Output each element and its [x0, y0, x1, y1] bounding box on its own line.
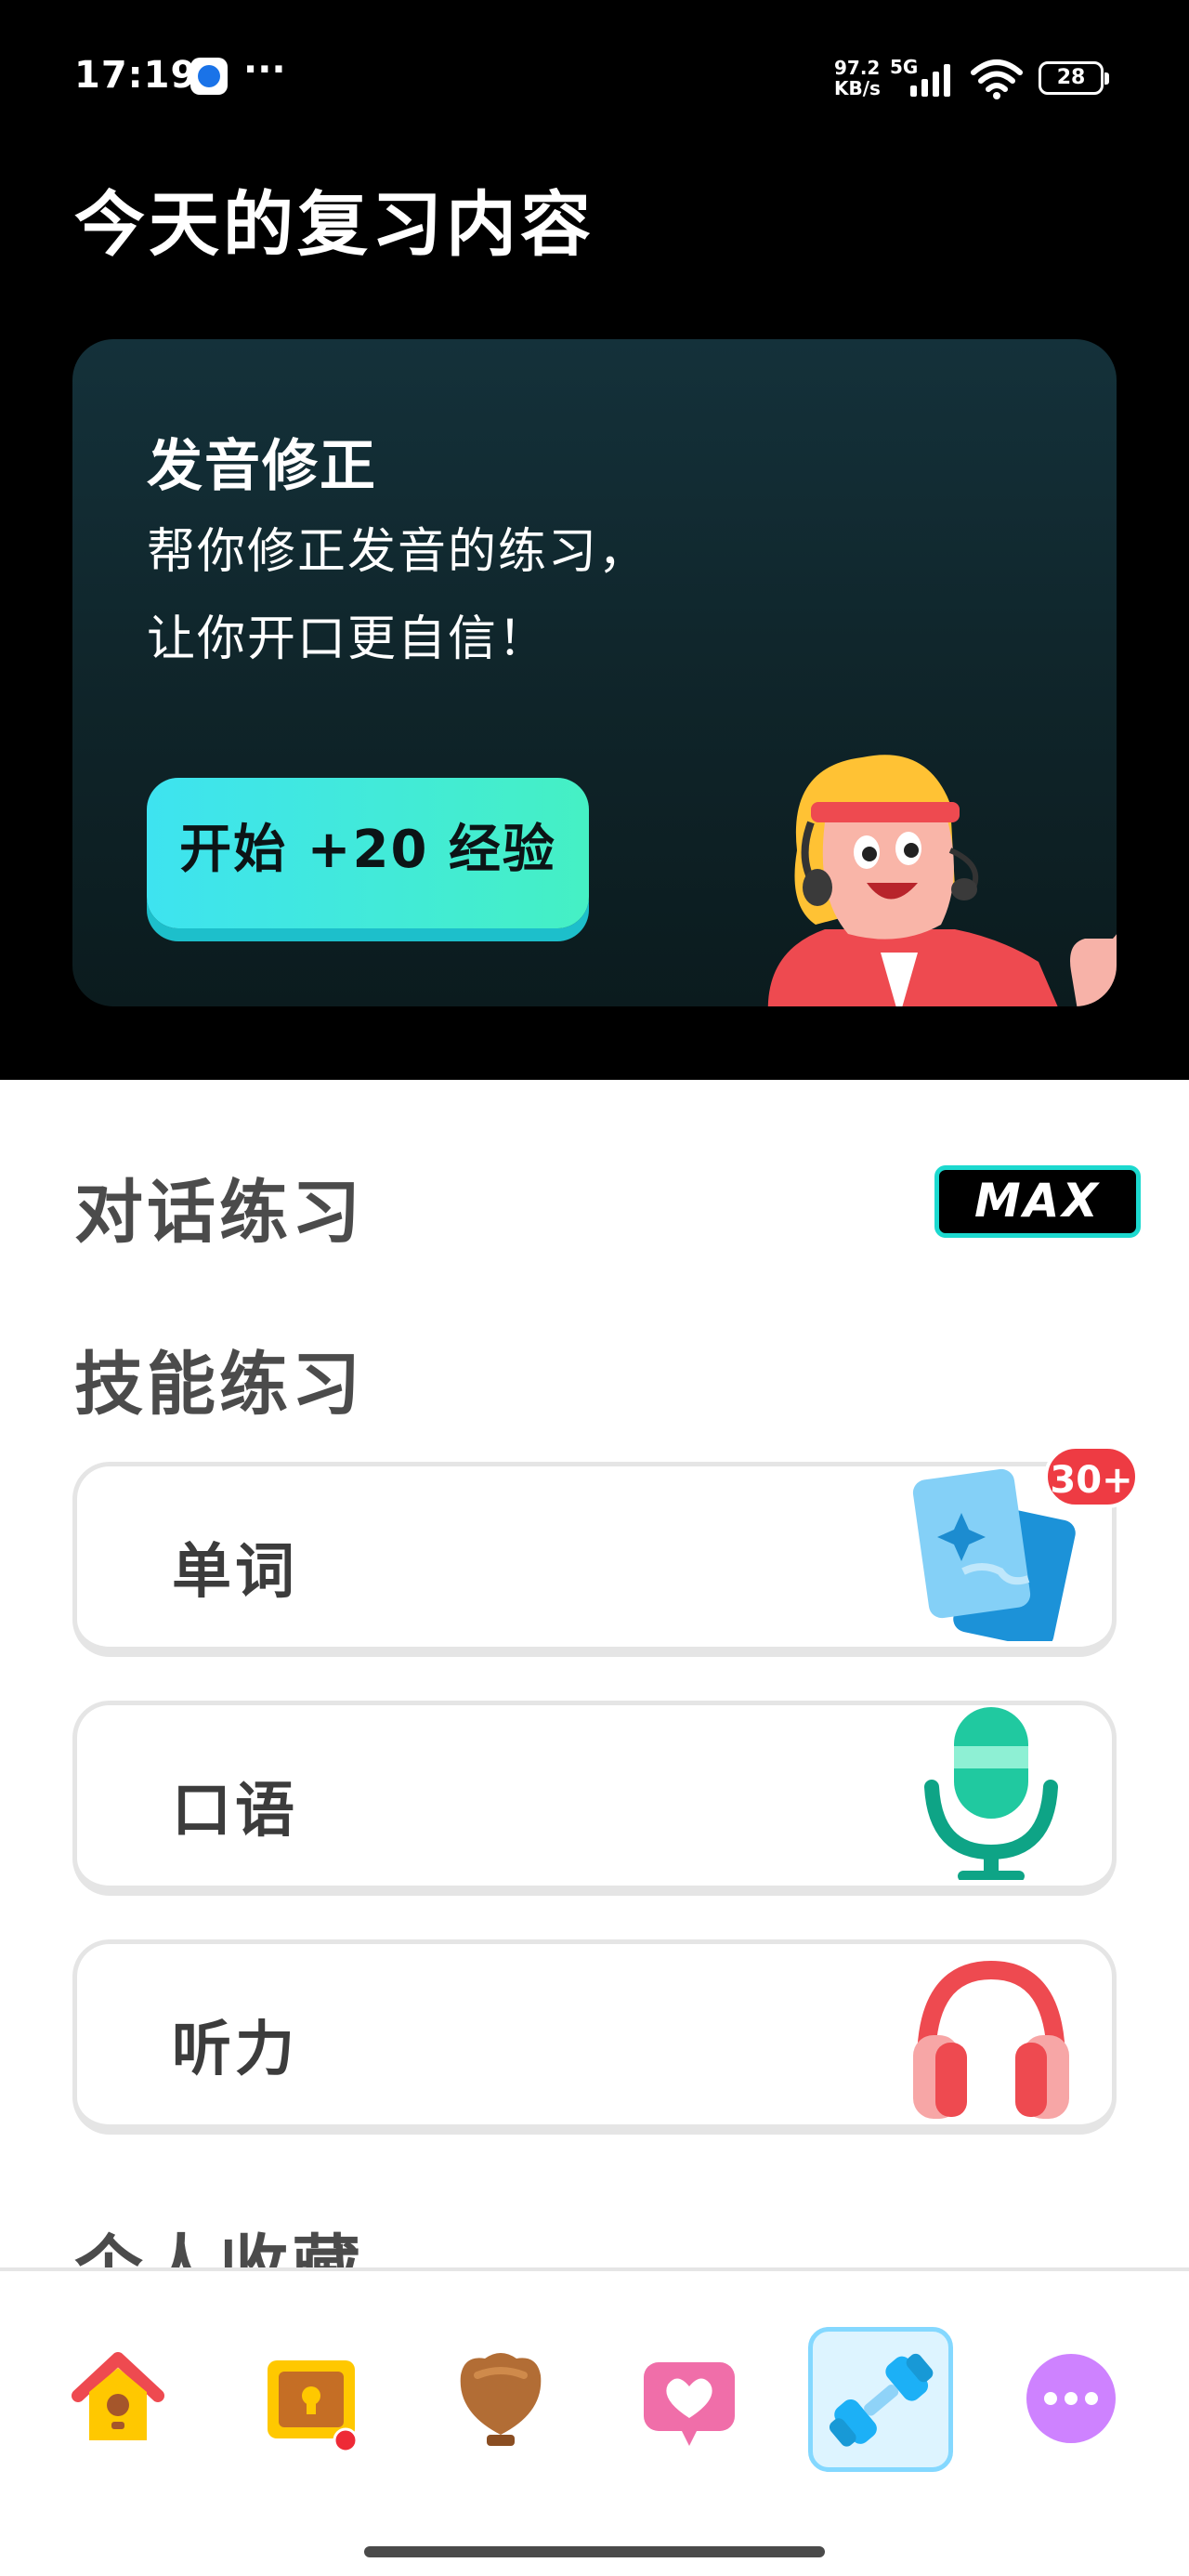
coach-character-icon [767, 755, 1117, 1006]
heart-speech-icon [644, 2362, 735, 2446]
wifi-icon [971, 59, 1023, 99]
trophy-shield-icon [460, 2353, 542, 2446]
network-speed: 97.2 KB/s [834, 57, 881, 99]
app-notification-icon [190, 58, 228, 95]
card-description: 帮你修正发音的练习， 让你开口更自信！ [147, 524, 649, 667]
start-button[interactable]: 开始 +20 经验 [147, 778, 589, 928]
nav-more[interactable] [1011, 2338, 1131, 2459]
nav-leagues[interactable] [440, 2338, 561, 2459]
more-dots-icon [1026, 2354, 1116, 2443]
microphone-icon [924, 1707, 1058, 1880]
ellipsis-icon: ··· [243, 48, 286, 91]
dumbbell-icon [829, 2353, 934, 2447]
section-conversation[interactable]: 对话练习 [74, 1157, 364, 1256]
skill-label: 口语 [172, 1777, 298, 1846]
birdhouse-icon [72, 2352, 164, 2440]
max-badge: MAX [934, 1165, 1141, 1238]
card-title: 发音修正 [147, 434, 377, 499]
notification-badge: 30+ [1044, 1445, 1139, 1508]
status-time: 17:19 [74, 54, 198, 97]
nav-practice[interactable] [808, 2327, 953, 2472]
nav-friends[interactable] [629, 2338, 750, 2459]
status-bar: 17:19 ··· 97.2 KB/s 5G 28 [0, 0, 1189, 158]
skill-label: 听力 [172, 2016, 298, 2084]
skill-card-listening[interactable]: 听力 [72, 1939, 1117, 2135]
review-header-area: 17:19 ··· 97.2 KB/s 5G 28 今天的复习内容 发音修正 帮… [0, 0, 1189, 1080]
pronunciation-card: 发音修正 帮你修正发音的练习， 让你开口更自信！ 开始 +20 经验 [72, 339, 1117, 1006]
skill-card-words[interactable]: 单词 [72, 1462, 1117, 1657]
bottom-navigation [0, 2267, 1189, 2576]
battery-icon: 28 [1039, 61, 1109, 95]
skill-card-speaking[interactable]: 口语 [72, 1701, 1117, 1896]
skill-label: 单词 [172, 1538, 298, 1607]
signal-icon [910, 64, 950, 97]
nav-quests[interactable] [251, 2338, 372, 2459]
home-indicator[interactable] [364, 2546, 825, 2557]
nav-home[interactable] [58, 2338, 178, 2459]
page-title: 今天的复习内容 [74, 183, 594, 266]
headphones-icon [913, 1960, 1069, 2119]
section-skills: 技能练习 [74, 1345, 364, 1425]
treasure-chest-icon [268, 2360, 359, 2453]
